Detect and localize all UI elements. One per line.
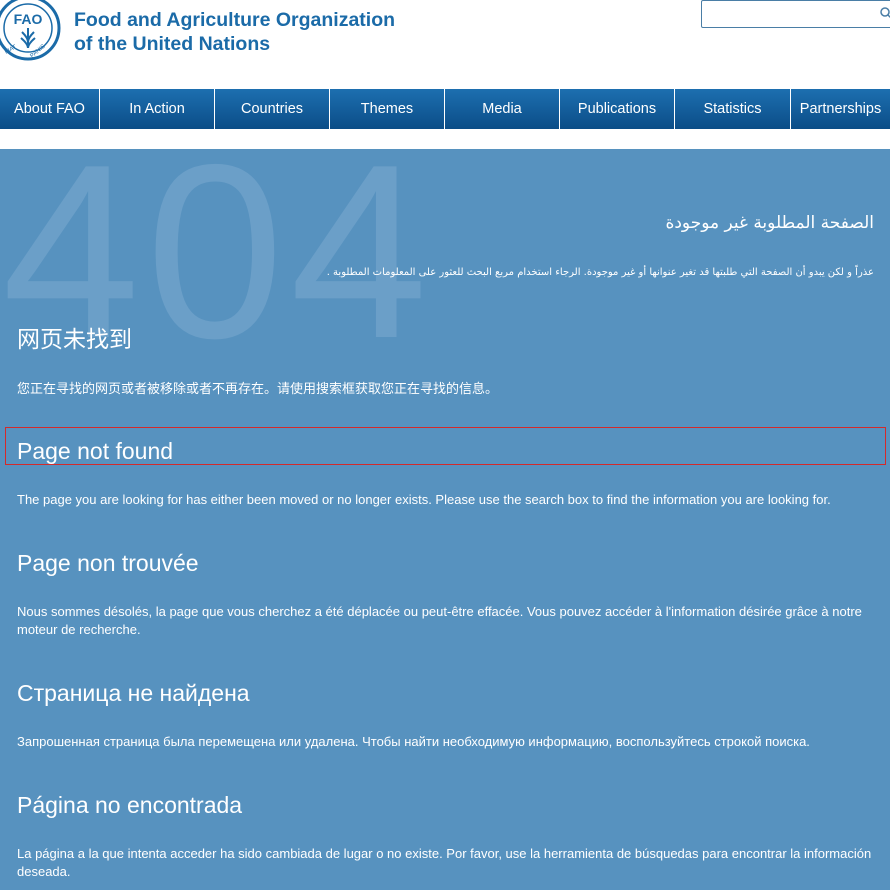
spanish-text: La página a la que intenta acceder ha si… <box>17 846 872 879</box>
search-input[interactable] <box>701 0 890 28</box>
main-nav: About FAO In Action Countries Themes Med… <box>0 89 890 129</box>
english-title: Page not found <box>17 438 174 464</box>
chinese-title: 网页未找到 <box>17 326 132 352</box>
org-name-line2: of the United Nations <box>74 33 271 55</box>
spanish-title: Página no encontrada <box>17 792 243 818</box>
french-title: Page non trouvée <box>17 550 199 576</box>
search-icon[interactable] <box>879 6 890 20</box>
nav-item-countries[interactable]: Countries <box>215 89 330 129</box>
nav-item-in-action[interactable]: In Action <box>100 89 215 129</box>
site-header: FAO FIAT PANIS Food and Agriculture Orga… <box>0 0 890 89</box>
arabic-title: الصفحة المطلوبة غير موجودة <box>665 213 874 233</box>
english-text: The page you are looking for has either … <box>17 492 831 507</box>
svg-text:FAO: FAO <box>14 11 43 27</box>
fao-logo-icon[interactable]: FAO FIAT PANIS <box>0 0 62 62</box>
org-name[interactable]: Food and Agriculture Organization of the… <box>74 8 395 56</box>
russian-text: Запрошенная страница была перемещена или… <box>17 734 810 749</box>
error-content: 404 الصفحة المطلوبة غير موجودة عذراً و ل… <box>0 149 890 890</box>
chinese-text: 您正在寻找的网页或者被移除或者不再存在。请使用搜索框获取您正在寻找的信息。 <box>17 381 499 396</box>
nav-item-media[interactable]: Media <box>445 89 560 129</box>
nav-item-publications[interactable]: Publications <box>560 89 675 129</box>
org-name-line1: Food and Agriculture Organization <box>74 9 396 31</box>
french-text: Nous sommes désolés, la page que vous ch… <box>17 604 862 637</box>
nav-item-partnerships[interactable]: Partnerships <box>791 89 890 129</box>
nav-item-statistics[interactable]: Statistics <box>675 89 791 129</box>
nav-item-themes[interactable]: Themes <box>330 89 445 129</box>
russian-title: Страница не найдена <box>17 680 250 706</box>
arabic-text: عذراً و لكن يبدو أن الصفحة التي طلبتها ق… <box>326 267 874 278</box>
nav-item-about-fao[interactable]: About FAO <box>0 89 100 129</box>
spacer <box>0 129 890 149</box>
